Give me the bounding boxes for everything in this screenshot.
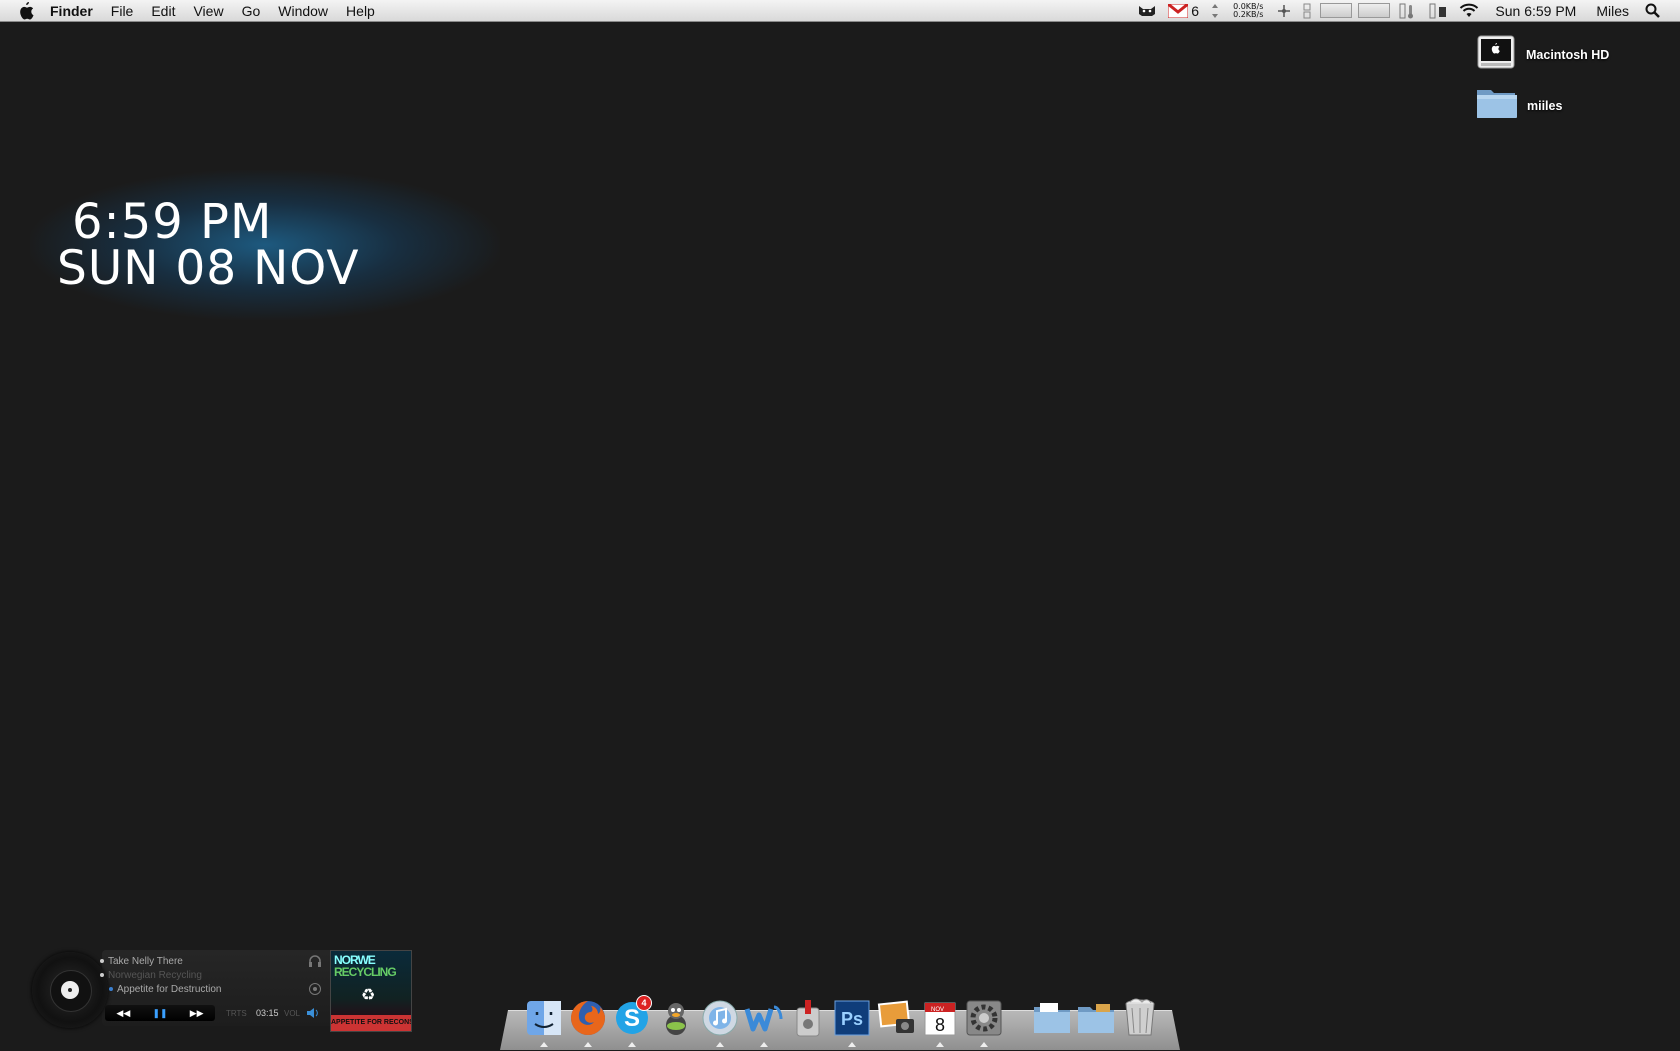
menubar-clock[interactable]: Sun 6:59 PM	[1495, 3, 1576, 19]
cpu-graph[interactable]	[1320, 3, 1353, 18]
net-arrows-icon	[1211, 0, 1219, 21]
documents-folder-icon	[1034, 1003, 1070, 1033]
growl-cat-icon[interactable]	[1138, 0, 1156, 21]
net-down-text: 0.2KB/s	[1233, 9, 1264, 19]
gmail-notifier-icon[interactable]: 6	[1168, 0, 1199, 21]
dock-downloads-stack[interactable]	[1076, 998, 1116, 1038]
menu-go[interactable]: Go	[242, 3, 261, 19]
word-icon	[744, 1005, 783, 1032]
trash-icon	[1125, 998, 1155, 1036]
network-activity-icon[interactable]	[1277, 0, 1291, 21]
track-artist: Norwegian Recycling	[100, 970, 202, 981]
finder-icon	[527, 1001, 561, 1035]
track-artist-text: Norwegian Recycling	[108, 970, 202, 981]
next-track-button[interactable]: ▶▶	[182, 1008, 212, 1019]
desktop-icon-miiles[interactable]: miiles	[1475, 86, 1562, 125]
music-widget: Take Nelly There Norwegian Recycling App…	[32, 950, 412, 1032]
dock-itunes[interactable]	[700, 998, 740, 1047]
dock-iphoto[interactable]	[876, 998, 916, 1038]
svg-text:8: 8	[935, 1015, 945, 1035]
recycle-icon: ♻	[361, 987, 376, 1004]
track-title: Take Nelly There	[100, 956, 183, 967]
memory-graph[interactable]	[1358, 3, 1391, 18]
pause-button[interactable]: ❚❚	[145, 1008, 175, 1019]
album-art-bottom: APPETITE FOR RECONSTRUCTION	[331, 1015, 411, 1031]
dock-ical[interactable]: NOV 8	[920, 998, 960, 1047]
menu-app-name[interactable]: Finder	[50, 3, 93, 19]
apple-menu-icon[interactable]	[16, 1, 36, 21]
photoshop-icon: Ps	[834, 1000, 870, 1036]
track-album-text: Appetite for Destruction	[117, 984, 222, 995]
folder-icon	[1475, 86, 1517, 125]
dock-adium[interactable]	[656, 998, 696, 1038]
svg-text:Ps: Ps	[841, 1009, 863, 1029]
menu-edit[interactable]: Edit	[151, 3, 175, 19]
album-art-line2: RECYCLING	[334, 965, 397, 979]
transmission-icon	[796, 1000, 820, 1037]
dock-word[interactable]	[744, 998, 784, 1047]
cpu-meter-icon[interactable]	[1303, 0, 1311, 21]
dock-firefox[interactable]	[568, 998, 608, 1047]
volume-icon[interactable]	[306, 1006, 320, 1024]
downloads-folder-icon	[1078, 1004, 1114, 1033]
settings-knob-icon[interactable]	[308, 982, 322, 1001]
iphoto-icon	[877, 1000, 914, 1033]
dock: S 4 Ps NOV 8	[524, 994, 1164, 1047]
system-preferences-icon	[966, 1000, 1002, 1036]
hard-drive-icon	[1476, 32, 1516, 77]
menu-window[interactable]: Window	[278, 3, 328, 19]
skype-badge: 4	[636, 995, 652, 1011]
menu-bar: Finder File Edit View Go Window Help 6 0…	[0, 0, 1680, 22]
dock-finder[interactable]	[524, 998, 564, 1047]
firefox-icon	[571, 1001, 605, 1035]
album-art: NORWE RECYCLING ♻ APPETITE FOR RECONSTRU…	[330, 950, 412, 1032]
desktop-icon-label: Macintosh HD	[1526, 47, 1610, 62]
temperature-icon[interactable]	[1399, 0, 1417, 21]
elapsed-time: 03:15	[256, 1008, 279, 1018]
adium-duck-icon	[666, 1003, 686, 1035]
gmail-unread-count: 6	[1191, 2, 1200, 19]
dock-system-preferences[interactable]	[964, 998, 1004, 1047]
network-speed[interactable]: 0.0KB/s 0.2KB/s	[1233, 2, 1264, 19]
dock-documents-stack[interactable]	[1032, 998, 1072, 1038]
trts-label: TRTS	[226, 1009, 247, 1018]
dock-trash[interactable]	[1120, 998, 1160, 1038]
wifi-icon[interactable]	[1459, 0, 1479, 21]
svg-text:NOV: NOV	[931, 1007, 944, 1013]
headphones-icon[interactable]	[308, 954, 322, 973]
menubar-user[interactable]: Miles	[1596, 3, 1629, 19]
dock-photoshop[interactable]: Ps	[832, 998, 872, 1047]
track-album: Appetite for Destruction	[109, 984, 222, 995]
disk-activity-icon[interactable]	[1429, 0, 1447, 21]
dock-skype[interactable]: S 4	[612, 995, 652, 1047]
desktop-icon-macintosh-hd[interactable]: Macintosh HD	[1476, 32, 1609, 77]
menu-help[interactable]: Help	[346, 3, 375, 19]
spotlight-search-icon[interactable]	[1645, 0, 1660, 21]
playback-controls: ◀◀ ❚❚ ▶▶	[105, 1005, 215, 1021]
ical-icon: NOV 8	[924, 1002, 956, 1036]
turntable-icon	[32, 952, 108, 1028]
previous-track-button[interactable]: ◀◀	[108, 1008, 138, 1019]
clock-widget-time: 6:59 PM	[72, 194, 273, 250]
svg-text:S: S	[624, 1005, 640, 1032]
vol-label: VOL	[284, 1009, 301, 1018]
desktop-icon-label: miiles	[1527, 98, 1563, 113]
track-title-text: Take Nelly There	[108, 956, 183, 967]
menu-view[interactable]: View	[193, 3, 223, 19]
itunes-icon	[702, 1000, 738, 1036]
menu-file[interactable]: File	[111, 3, 134, 19]
dock-transmission[interactable]	[788, 998, 828, 1038]
clock-widget-date: SUN 08 NOV	[57, 241, 360, 296]
